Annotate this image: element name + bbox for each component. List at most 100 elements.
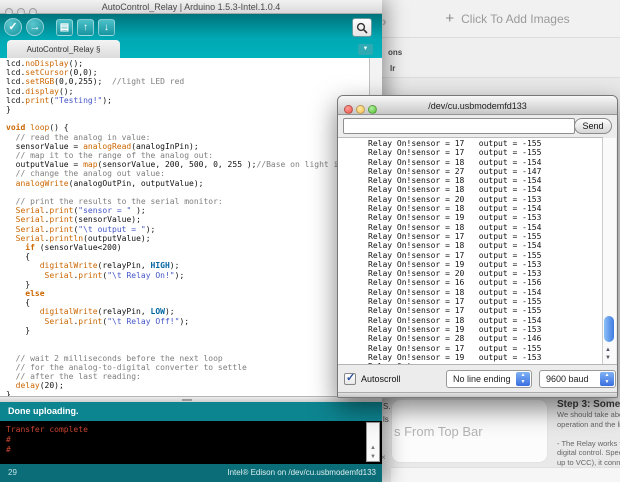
code-line: { bbox=[6, 298, 31, 308]
serial-line: Relay On!sensor = 18 output = -154 bbox=[368, 185, 542, 195]
code-line: Serial.print("\t Relay On!"); bbox=[44, 270, 185, 280]
code-line: Serial.print("\t output = "); bbox=[15, 224, 156, 234]
code-line: lcd.setCursor(0,0); bbox=[6, 68, 98, 78]
code-line: sensorValue = analogRead(analogInPin); bbox=[6, 141, 199, 151]
code-line: } bbox=[6, 105, 11, 115]
code-line: } bbox=[6, 325, 31, 335]
line-ending-value: No line ending bbox=[453, 374, 511, 384]
console-scrollbar[interactable]: ▲ ▼ bbox=[366, 422, 380, 462]
serial-line: Relay On!sensor = 17 output = -155 bbox=[368, 343, 542, 353]
code-line: digitalWrite(relayPin, LOW); bbox=[39, 307, 175, 317]
code-line: void loop() { bbox=[6, 123, 69, 133]
autoscroll-checkbox[interactable]: ✓ bbox=[344, 372, 356, 385]
serial-resize-strip[interactable] bbox=[338, 392, 617, 397]
ide-window-title: AutoControl_Relay | Arduino 1.5.3-Intel.… bbox=[101, 2, 281, 12]
serial-scroll-arrows[interactable]: ▲ ▼ bbox=[605, 346, 611, 362]
new-sketch-button[interactable]: ▤ bbox=[56, 19, 73, 36]
page-bottom-strip bbox=[391, 467, 620, 482]
chevron-right-icon[interactable]: › bbox=[382, 13, 387, 29]
send-button[interactable]: Send bbox=[574, 118, 612, 134]
code-line: Serial.println(outputValue); bbox=[15, 233, 151, 243]
open-button[interactable]: ↑ bbox=[77, 19, 94, 36]
arduino-ide-window: AutoControl_Relay | Arduino 1.5.3-Intel.… bbox=[0, 0, 382, 482]
ide-toolbar: ✓ → ▤ ↑ ↓ AutoControl_Relay § ▼ bbox=[0, 14, 382, 58]
add-images-label: Click To Add Images bbox=[461, 12, 570, 26]
scroll-up-icon[interactable]: ▲ bbox=[605, 346, 611, 354]
plus-icon: + bbox=[445, 10, 455, 27]
code-line: // read the analog in value: bbox=[6, 132, 151, 142]
serial-line: Relay On!sensor = 17 output = -155 bbox=[368, 250, 542, 260]
background-text-fragment: S. bbox=[383, 402, 391, 411]
code-line: // map it to the range of the analog out… bbox=[6, 151, 214, 161]
serial-line: Relay On!sensor = 27 output = -147 bbox=[368, 166, 542, 176]
serial-bottom-bar: ✓ Autoscroll No line ending ▲ ▼ 9600 baud… bbox=[338, 364, 617, 393]
code-line: delay(20); bbox=[15, 381, 64, 391]
code-line: // for the analog-to-digital converter t… bbox=[6, 362, 247, 372]
line-ending-dropdown[interactable]: No line ending ▲ ▼ bbox=[446, 370, 532, 388]
serial-line: Relay On!sensor = 20 output = -153 bbox=[368, 269, 542, 279]
ide-statusbar: 29 Intel® Edison on /dev/cu.usbmodemfd13… bbox=[0, 464, 382, 482]
console-line: # bbox=[6, 445, 11, 454]
serial-line: Relay On!sensor = 18 output = -154 bbox=[368, 157, 542, 167]
serial-line: Relay On!sensor = 18 output = -154 bbox=[368, 204, 542, 214]
ide-titlebar[interactable]: AutoControl_Relay | Arduino 1.5.3-Intel.… bbox=[0, 0, 382, 16]
step-text-line: digital control. Spec bbox=[557, 448, 620, 457]
code-line: if (sensorValue<200) bbox=[25, 243, 122, 253]
code-line: lcd.noDisplay(); bbox=[6, 59, 84, 68]
magnifier-icon bbox=[356, 22, 368, 34]
serial-input[interactable] bbox=[343, 118, 575, 134]
code-line: lcd.setRGB(0,0,255); //light LED red bbox=[6, 77, 185, 87]
step-text-line: - The Relay works f bbox=[557, 438, 620, 448]
serial-line: Relay On!sensor = 17 output = -155 bbox=[368, 148, 542, 158]
code-line: analogWrite(analogOutPin, outputValue); bbox=[15, 178, 204, 188]
scroll-down-icon[interactable]: ▼ bbox=[605, 354, 611, 362]
code-line: // change the analog out value: bbox=[6, 169, 165, 179]
step-section: Step 3: Some We should take abo operation… bbox=[557, 399, 620, 477]
code-line: lcd.print("Testing!"); bbox=[6, 95, 112, 105]
serial-line: Relay On!sensor = 17 output = -155 bbox=[368, 306, 542, 316]
console-line: Transfer complete bbox=[6, 425, 88, 434]
scroll-up-icon[interactable]: ▲ bbox=[370, 445, 376, 451]
code-line: // after the last reading: bbox=[6, 371, 141, 381]
tab-autocontrol-relay[interactable]: AutoControl_Relay § bbox=[7, 40, 120, 58]
serial-monitor-button[interactable] bbox=[352, 18, 372, 37]
scroll-thumb[interactable] bbox=[604, 316, 614, 342]
verify-button[interactable]: ✓ bbox=[4, 18, 22, 36]
console-line: # bbox=[6, 435, 11, 444]
baud-rate-dropdown[interactable]: 9600 baud ▲ ▼ bbox=[539, 370, 616, 388]
upload-status-message: Done uploading. bbox=[0, 402, 382, 421]
step-text-line: operation and the li bbox=[557, 419, 620, 429]
scroll-down-icon[interactable]: ▼ bbox=[370, 454, 376, 460]
step-text-line bbox=[557, 429, 620, 439]
step-text-line: We should take abo bbox=[557, 410, 620, 419]
image-drop-placeholder[interactable]: s From Top Bar bbox=[391, 399, 548, 463]
upload-button[interactable]: → bbox=[26, 18, 44, 36]
serial-line: Relay On!sensor = 18 output = -154 bbox=[368, 222, 542, 232]
placeholder-text: s From Top Bar bbox=[394, 424, 483, 439]
code-line: outputValue = map(sensorValue, 200, 500,… bbox=[6, 160, 369, 170]
console-output: Transfer complete # # bbox=[0, 421, 382, 464]
background-text-fragment: ons bbox=[388, 48, 403, 57]
save-button[interactable]: ↓ bbox=[98, 19, 115, 36]
dropdown-stepper-icon: ▲ ▼ bbox=[516, 372, 530, 386]
code-line: digitalWrite(relayPin, HIGH); bbox=[39, 261, 180, 271]
check-icon: ✓ bbox=[346, 372, 356, 384]
serial-input-row: Send bbox=[338, 115, 617, 137]
board-and-port-label: Intel® Edison on /dev/cu.usbmodemfd133 bbox=[227, 468, 376, 477]
serial-titlebar[interactable]: /dev/cu.usbmodemfd133 bbox=[338, 96, 617, 115]
serial-output[interactable]: Relay On!sensor = 17 output = -155 Relay … bbox=[338, 137, 603, 364]
dropdown-stepper-icon: ▲ ▼ bbox=[600, 372, 614, 386]
serial-window-title: /dev/cu.usbmodemfd133 bbox=[428, 101, 527, 111]
add-images-button[interactable]: + Click To Add Images bbox=[400, 0, 615, 38]
code-line: Serial.print(sensorValue); bbox=[15, 215, 141, 225]
code-line: Serial.print("sensor = " ); bbox=[15, 206, 146, 216]
tab-menu-button[interactable]: ▼ bbox=[358, 44, 373, 55]
code-line: Serial.print("\t Relay Off!"); bbox=[44, 316, 190, 326]
code-line: { bbox=[6, 252, 31, 262]
serial-line: Relay On!sensor = 17 output = -155 bbox=[368, 139, 542, 148]
serial-line: Relay On!sensor = 18 output = -154 bbox=[368, 287, 542, 297]
serial-scrollbar[interactable]: ▲ ▼ bbox=[602, 138, 616, 364]
serial-line: Relay On!sensor = 18 output = -154 bbox=[368, 176, 542, 186]
code-editor[interactable]: lcd.noDisplay(); lcd.setCursor(0,0); lcd.s… bbox=[0, 58, 369, 396]
